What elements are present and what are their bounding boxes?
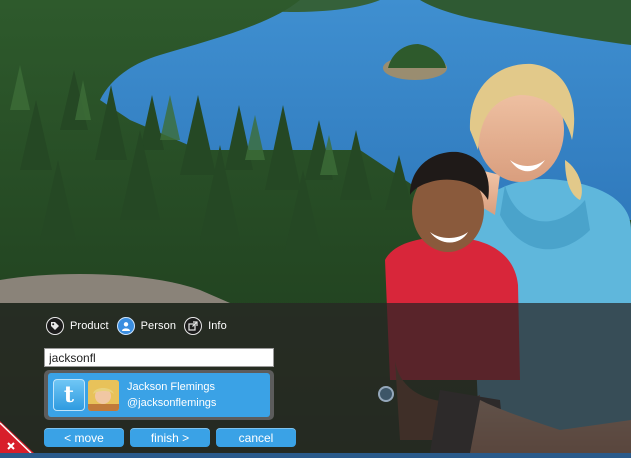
tag-type-tabs: Product Person Info <box>46 316 235 336</box>
twitter-icon: t <box>53 379 85 411</box>
tab-product[interactable]: Product <box>46 317 109 335</box>
close-icon[interactable] <box>0 421 34 454</box>
move-button[interactable]: < move <box>44 428 124 447</box>
tab-info[interactable]: Info <box>184 317 227 335</box>
result-name: Jackson Flemings <box>127 381 216 393</box>
tab-info-label: Info <box>208 320 227 332</box>
tag-marker[interactable] <box>378 386 394 402</box>
cancel-button[interactable]: cancel <box>216 428 296 447</box>
result-text: Jackson Flemings @jacksonflemings <box>127 379 216 411</box>
person-icon <box>116 317 135 335</box>
tab-person[interactable]: Person <box>116 317 177 335</box>
avatar <box>88 379 119 411</box>
finish-button[interactable]: finish > <box>130 428 210 447</box>
search-input[interactable] <box>44 348 274 367</box>
external-link-icon <box>184 317 203 335</box>
tab-product-label: Product <box>70 320 109 332</box>
result-item[interactable]: t Jackson Flemings @jacksonflemings <box>48 373 270 417</box>
search-results: t Jackson Flemings @jacksonflemings <box>44 370 274 420</box>
tab-person-label: Person <box>140 320 177 332</box>
result-handle: @jacksonflemings <box>127 397 217 409</box>
tag-icon <box>46 317 64 335</box>
